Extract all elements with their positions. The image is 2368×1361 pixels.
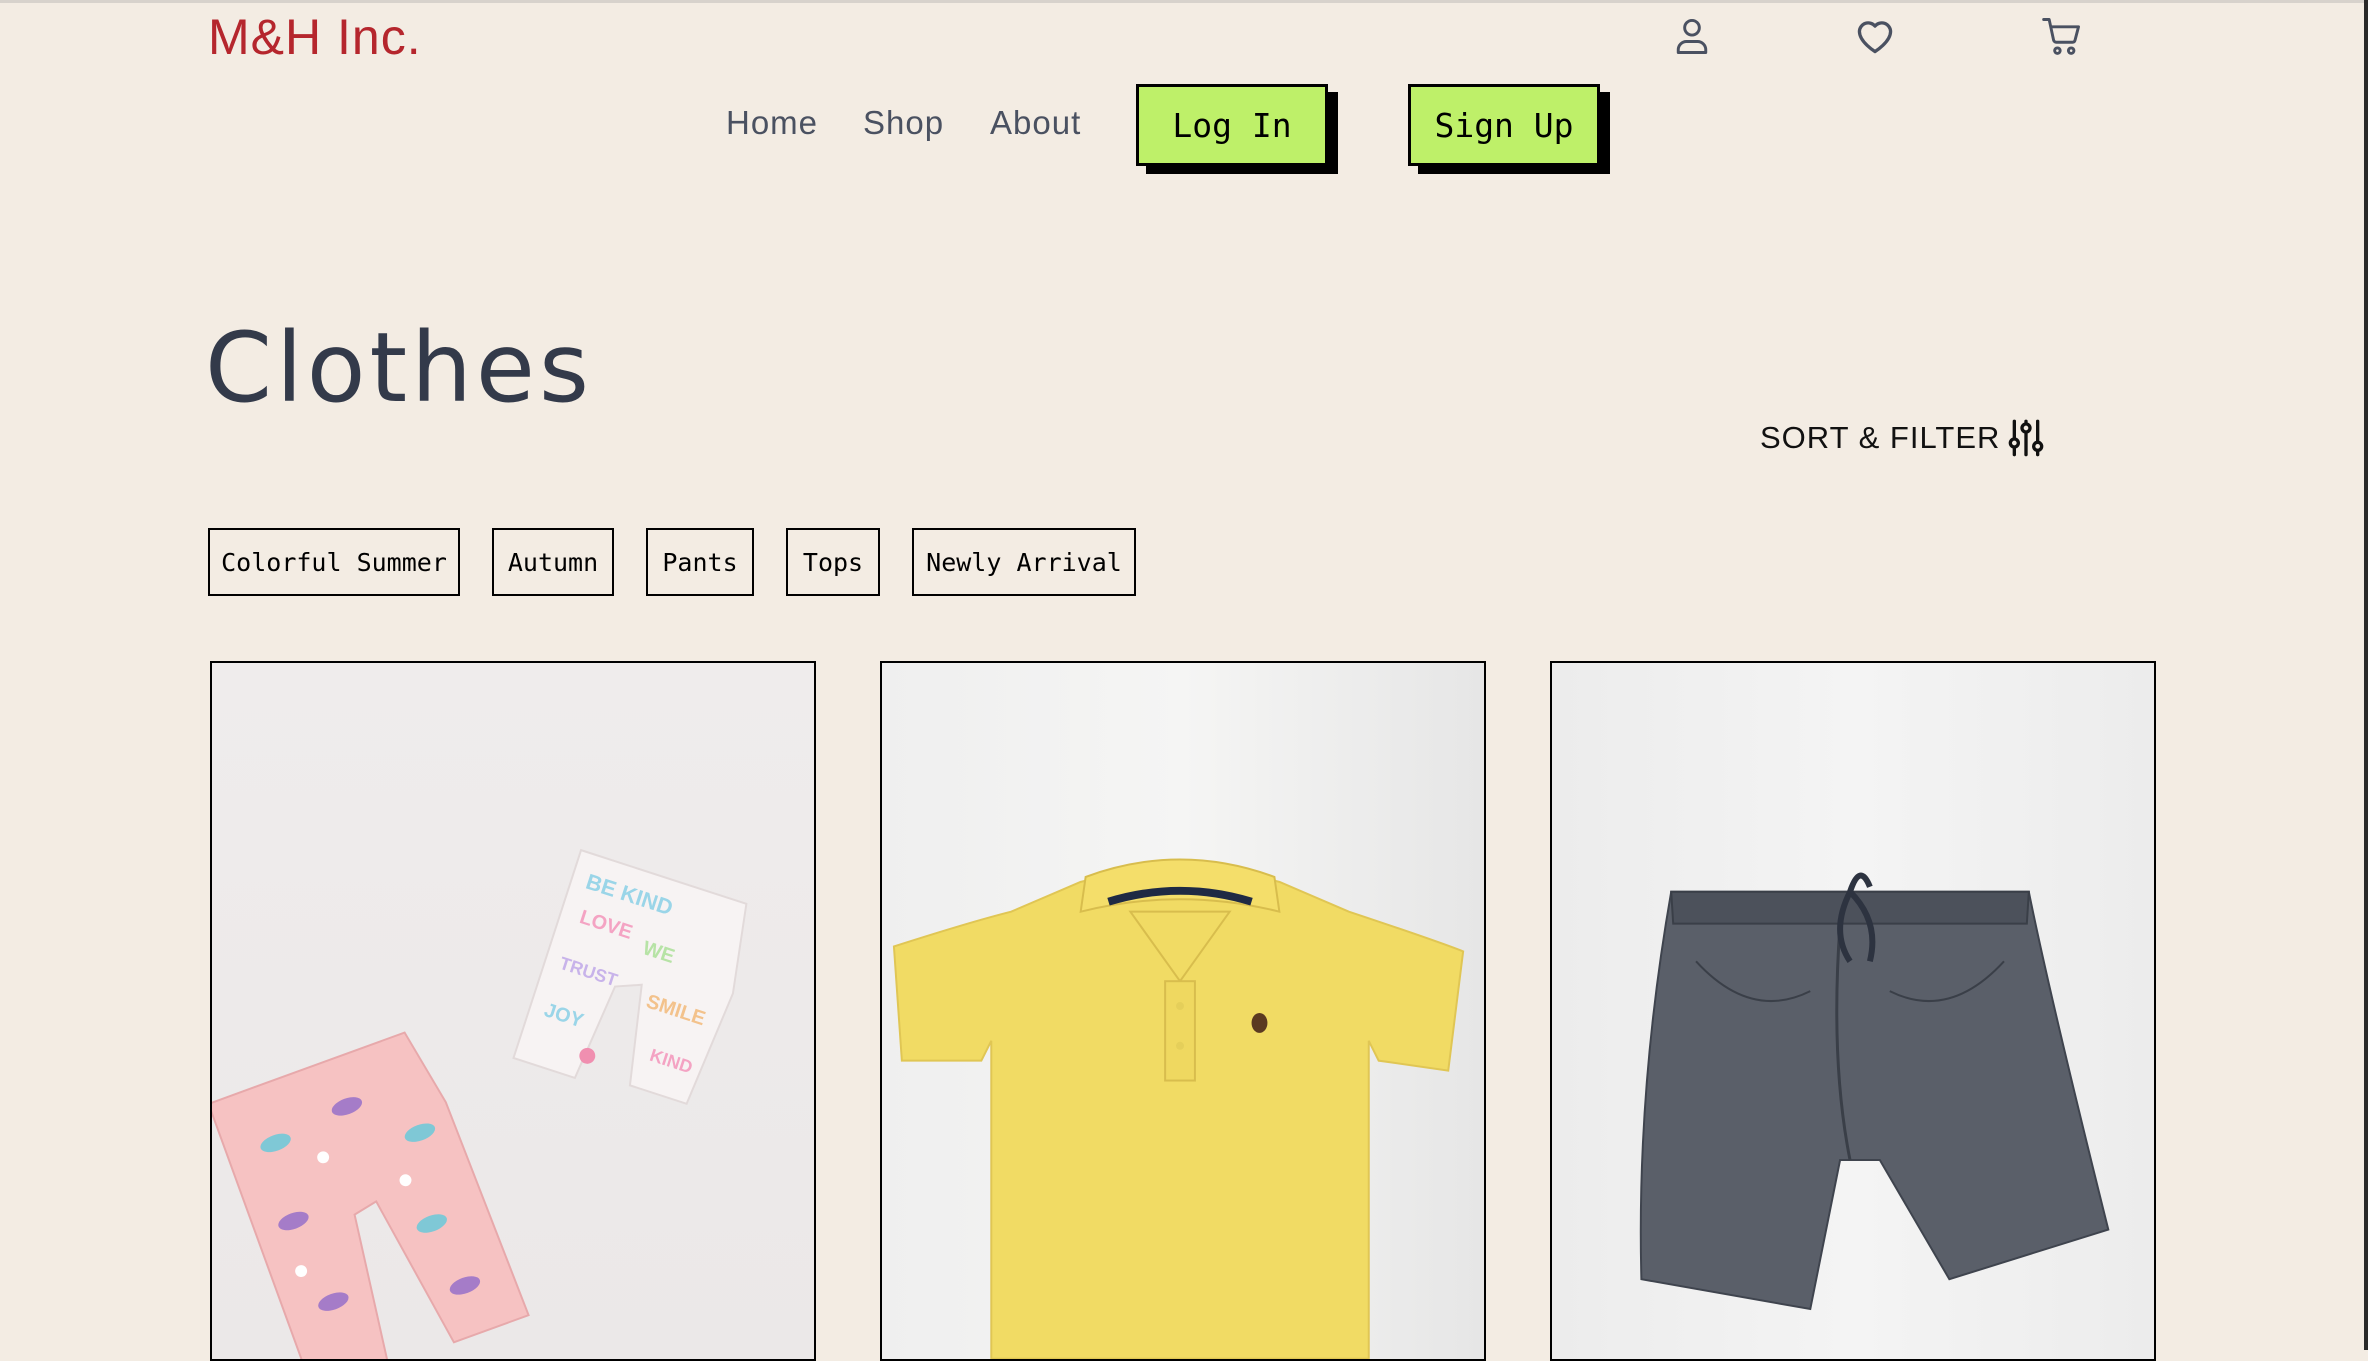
- cart-icon[interactable]: [2040, 14, 2084, 58]
- product-image-pink-white-shorts: BE KIND LOVE WE TRUST SMILE JOY KIND: [212, 848, 748, 1359]
- category-chip[interactable]: Autumn: [492, 528, 614, 596]
- category-chip[interactable]: Newly Arrival: [912, 528, 1136, 596]
- sort-filter-button[interactable]: SORT & FILTER: [1760, 418, 2046, 458]
- category-chip[interactable]: Colorful Summer: [208, 528, 460, 596]
- nav-home-link[interactable]: Home: [726, 104, 818, 142]
- scrollbar[interactable]: [2364, 0, 2368, 1350]
- product-card[interactable]: [1550, 661, 2156, 1361]
- sliders-icon: [2006, 418, 2046, 458]
- product-card[interactable]: [880, 661, 1486, 1361]
- category-chip[interactable]: Tops: [786, 528, 880, 596]
- heart-icon[interactable]: [1853, 14, 1897, 58]
- product-image-grey-shorts: [1639, 872, 2110, 1311]
- product-image-yellow-polo: [892, 858, 1465, 1359]
- user-icon[interactable]: [1670, 14, 1714, 58]
- login-button[interactable]: Log In: [1136, 84, 1328, 166]
- sort-filter-label: SORT & FILTER: [1760, 420, 2001, 455]
- window-top-edge: [0, 0, 2368, 3]
- category-chip[interactable]: Pants: [646, 528, 754, 596]
- nav-shop-link[interactable]: Shop: [863, 104, 944, 142]
- product-card[interactable]: BE KIND LOVE WE TRUST SMILE JOY KIND: [210, 661, 816, 1361]
- brand-logo[interactable]: M&H Inc.: [208, 8, 422, 66]
- nav-about-link[interactable]: About: [990, 104, 1081, 142]
- page-title: Clothes: [205, 312, 593, 425]
- signup-button[interactable]: Sign Up: [1408, 84, 1600, 166]
